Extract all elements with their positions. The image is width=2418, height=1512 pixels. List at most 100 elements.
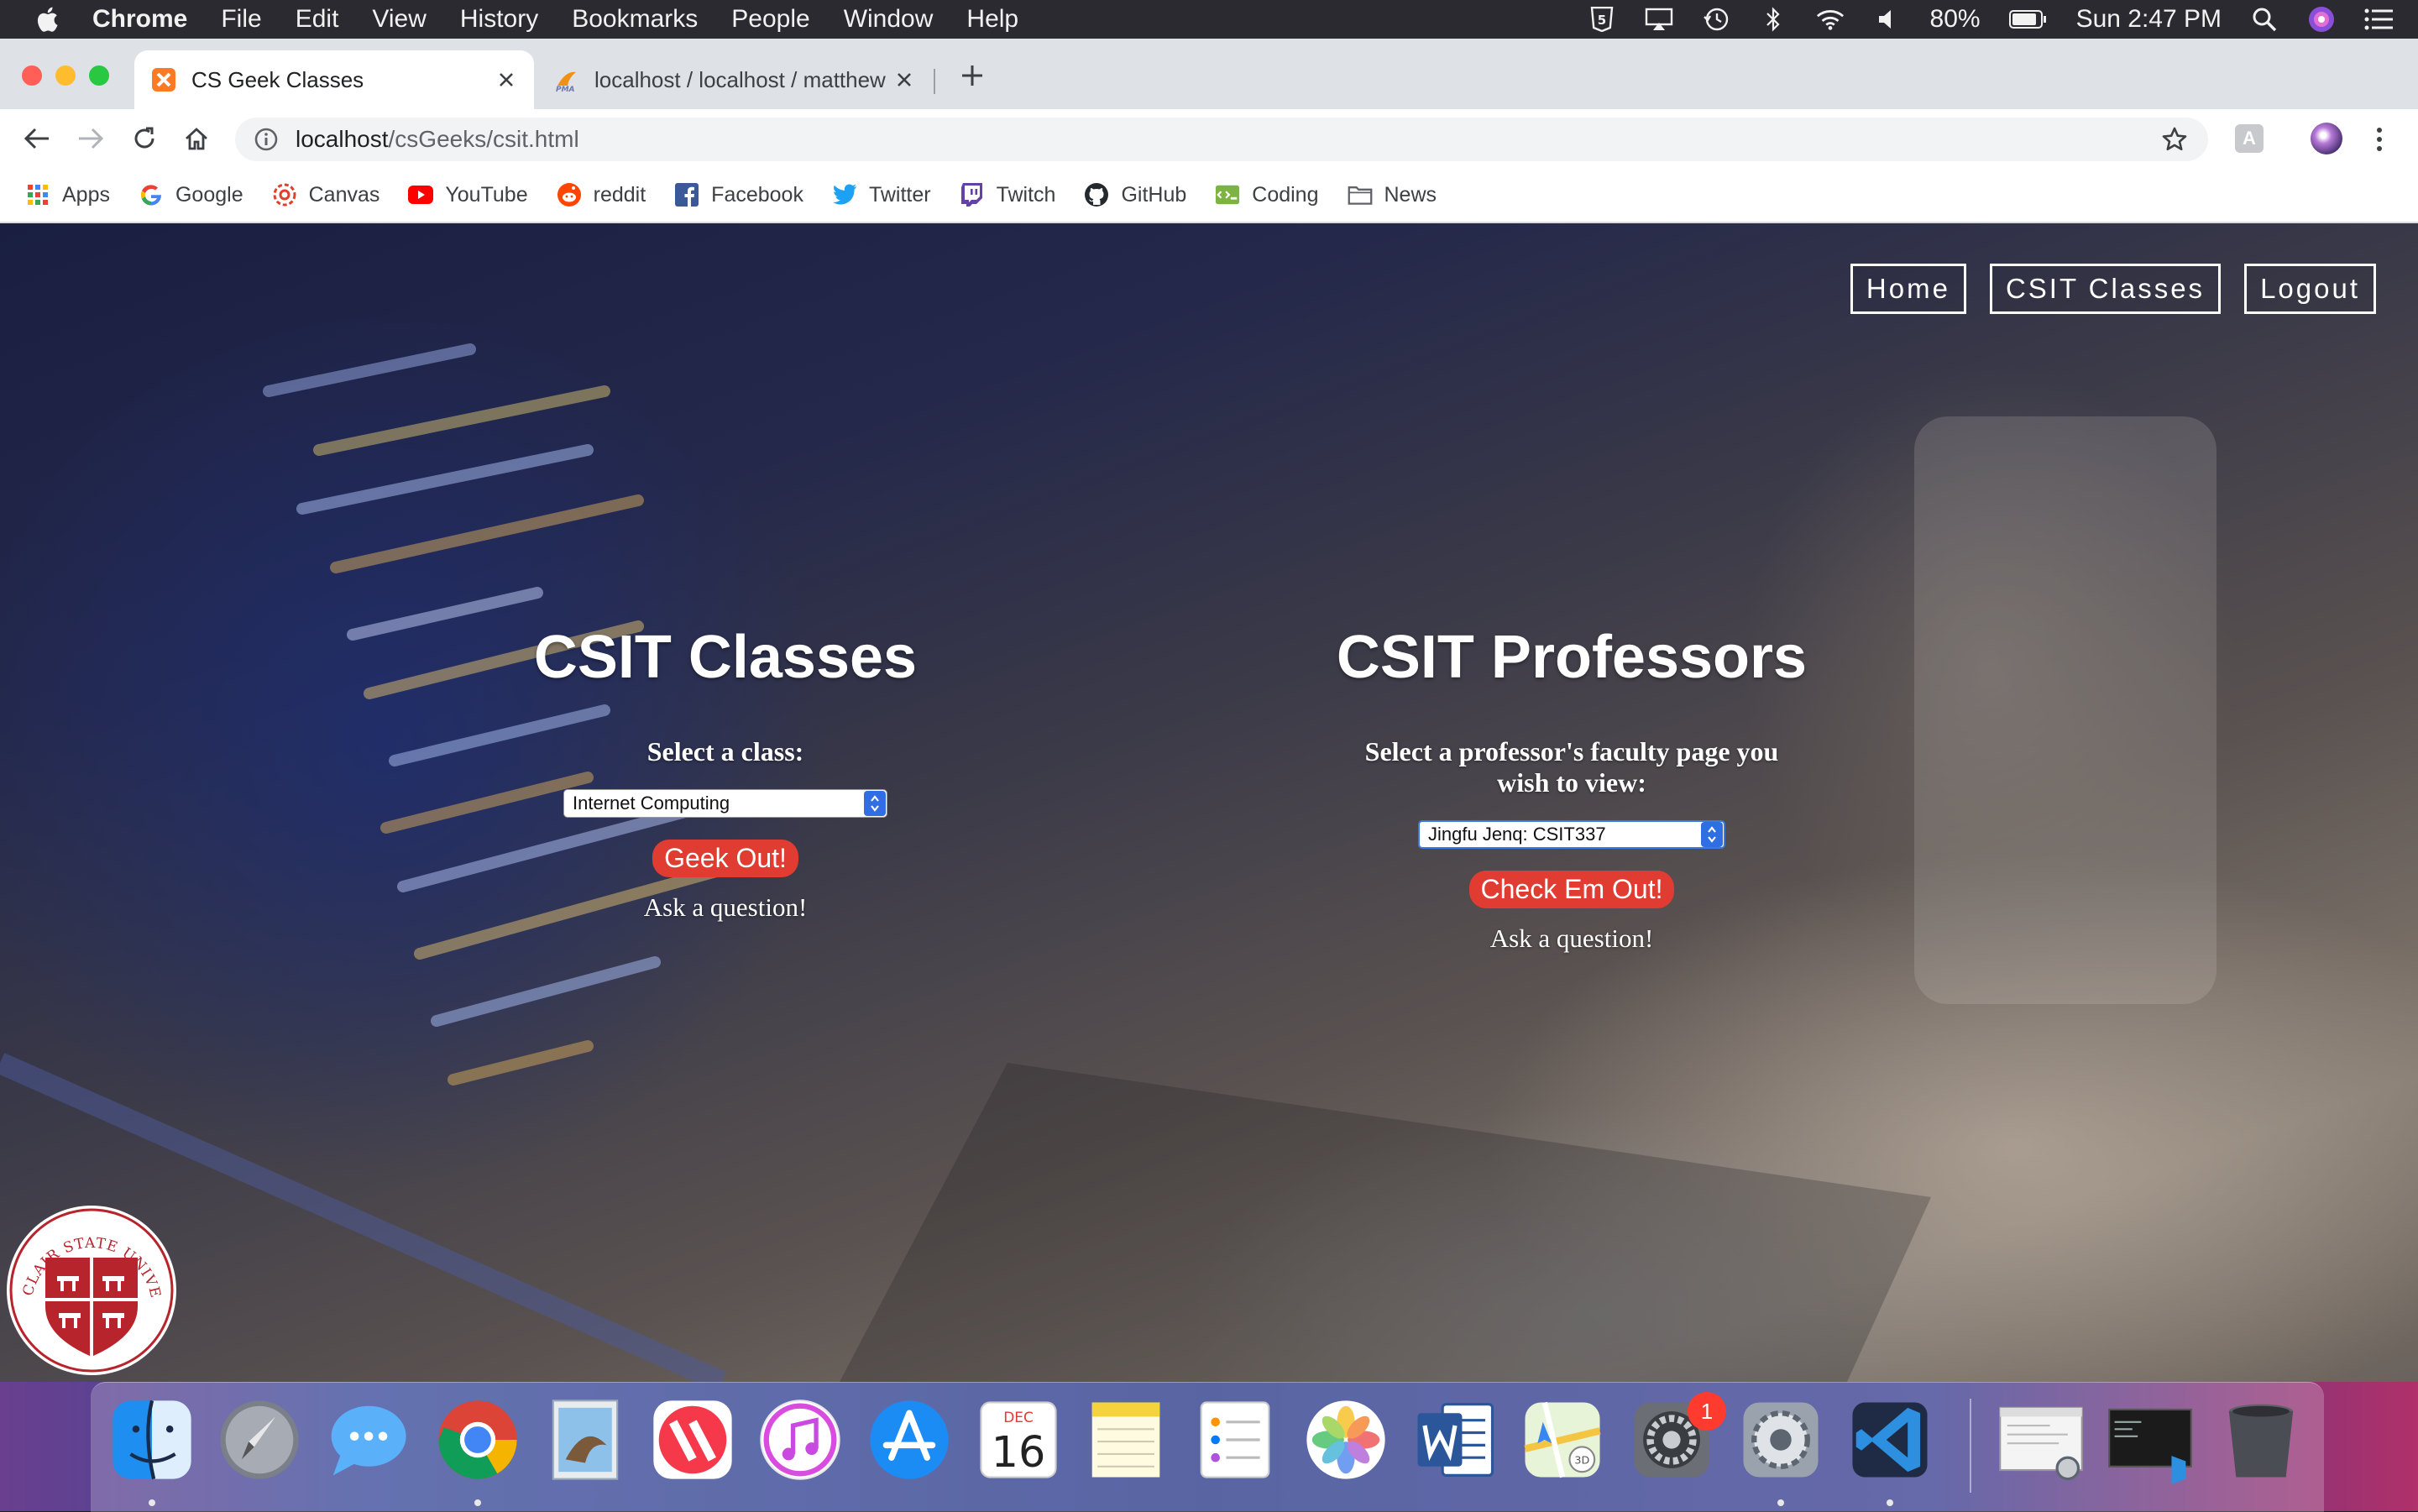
extension-icon[interactable]: A xyxy=(2235,124,2264,153)
menu-window[interactable]: Window xyxy=(844,5,934,34)
menu-view[interactable]: View xyxy=(372,5,426,34)
notes-icon[interactable] xyxy=(1081,1395,1170,1484)
twitter-bird-icon xyxy=(832,182,857,207)
new-tab-icon[interactable] xyxy=(955,59,989,92)
coding-folder-icon xyxy=(1215,182,1240,207)
svg-text:5: 5 xyxy=(1597,13,1605,28)
professor-select-dropdown[interactable]: Jingfu Jenq: CSIT337 xyxy=(1418,820,1725,850)
back-arrow-icon[interactable] xyxy=(20,122,54,155)
facebook-logo-icon xyxy=(674,182,699,207)
reminders-icon[interactable] xyxy=(1191,1395,1280,1484)
window-zoom-button[interactable] xyxy=(89,65,109,86)
volume-icon[interactable] xyxy=(1873,7,1902,32)
running-indicator xyxy=(1887,1499,1893,1506)
tab-close-icon[interactable] xyxy=(495,69,517,91)
site-info-icon[interactable] xyxy=(254,127,279,152)
bookmark-canvas[interactable]: Canvas xyxy=(272,182,379,207)
canvas-logo-icon xyxy=(272,182,297,207)
minimized-window-thumbnail-icon[interactable] xyxy=(1997,1395,2086,1484)
bookmark-twitch[interactable]: Twitch xyxy=(960,182,1056,207)
professor-select-value: Jingfu Jenq: CSIT337 xyxy=(1428,824,1606,845)
photos-icon[interactable] xyxy=(1301,1395,1390,1484)
apple-logo-icon[interactable] xyxy=(34,4,64,34)
svg-text:3D: 3D xyxy=(1574,1454,1589,1467)
check-em-out-button[interactable]: Check Em Out! xyxy=(1468,871,1675,909)
tab-cs-geek-classes[interactable]: CS Geek Classes xyxy=(134,50,534,109)
launchpad-icon[interactable] xyxy=(215,1395,304,1484)
itunes-icon[interactable] xyxy=(756,1395,845,1484)
professors-prompt: Select a professor's faculty page you wi… xyxy=(1364,736,1779,798)
university-seal-logo[interactable]: MONTCLAIR STATE UNIVERSITY xyxy=(0,1193,176,1375)
bookmark-label: Google xyxy=(175,182,243,207)
tab-close-icon[interactable] xyxy=(893,69,915,91)
battery-icon[interactable] xyxy=(2008,7,2048,32)
page-hero-background: Home CSIT Classes Logout CSIT Classes Se… xyxy=(0,223,2418,1382)
bookmark-label: Apps xyxy=(62,182,110,207)
geek-out-button[interactable]: Geek Out! xyxy=(652,840,798,878)
airplay-icon[interactable] xyxy=(1645,7,1673,32)
menu-history[interactable]: History xyxy=(460,5,538,34)
bookmark-label: Twitch xyxy=(996,182,1056,207)
html5-extension-icon[interactable]: 5 xyxy=(1588,7,1616,32)
menu-clock[interactable]: Sun 2:47 PM xyxy=(2076,5,2222,34)
notification-center-icon[interactable] xyxy=(2364,7,2393,32)
menu-bookmarks[interactable]: Bookmarks xyxy=(572,5,698,34)
bookmark-coding[interactable]: Coding xyxy=(1215,182,1319,207)
trash-icon[interactable] xyxy=(2216,1395,2305,1484)
siri-icon[interactable] xyxy=(2307,7,2336,32)
menu-file[interactable]: File xyxy=(221,5,261,34)
ask-question-link[interactable]: Ask a question! xyxy=(356,892,1095,923)
window-close-button[interactable] xyxy=(22,65,42,86)
bookmark-facebook[interactable]: Facebook xyxy=(674,182,803,207)
address-bar[interactable]: localhost/csGeeks/csit.html xyxy=(235,118,2208,161)
finder-icon[interactable] xyxy=(107,1395,196,1484)
menu-people[interactable]: People xyxy=(731,5,809,34)
home-icon[interactable] xyxy=(180,122,213,155)
bookmark-github[interactable]: GitHub xyxy=(1084,182,1186,207)
bookmark-google[interactable]: Google xyxy=(139,182,243,207)
browser-tab-strip: CS Geek Classes PMA localhost / localhos… xyxy=(0,39,2418,109)
app-store-icon[interactable] xyxy=(865,1395,954,1484)
address-url[interactable]: localhost/csGeeks/csit.html xyxy=(296,126,579,153)
nav-home-button[interactable]: Home xyxy=(1850,264,1966,314)
chrome-icon[interactable] xyxy=(433,1395,522,1484)
time-machine-icon[interactable] xyxy=(1702,7,1730,32)
tab-separator xyxy=(934,69,935,94)
class-select-dropdown[interactable]: Internet Computing xyxy=(563,789,887,819)
chrome-menu-icon[interactable] xyxy=(2371,123,2388,156)
menu-edit[interactable]: Edit xyxy=(296,5,339,34)
nav-logout-button[interactable]: Logout xyxy=(2244,264,2376,314)
forward-arrow-icon[interactable] xyxy=(74,122,107,155)
window-minimize-button[interactable] xyxy=(55,65,76,86)
bluetooth-icon[interactable] xyxy=(1759,7,1787,32)
running-indicator xyxy=(1777,1499,1784,1506)
bookmark-news-folder[interactable]: News xyxy=(1348,182,1437,207)
bookmark-star-icon[interactable] xyxy=(2161,126,2188,153)
bookmark-apps[interactable]: Apps xyxy=(25,182,110,207)
bookmark-reddit[interactable]: reddit xyxy=(557,182,646,207)
profile-avatar[interactable] xyxy=(2311,123,2342,154)
bookmark-youtube[interactable]: YouTube xyxy=(408,182,528,207)
bookmark-twitter[interactable]: Twitter xyxy=(832,182,931,207)
microsoft-word-icon[interactable] xyxy=(1410,1395,1499,1484)
tab-title: localhost / localhost / matthew xyxy=(594,66,886,92)
select-arrows-icon xyxy=(1701,822,1723,848)
vscode-icon[interactable] xyxy=(1845,1395,1934,1484)
calendar-icon[interactable]: DEC 16 xyxy=(974,1395,1063,1484)
messages-icon[interactable] xyxy=(322,1395,411,1484)
spotlight-search-icon[interactable] xyxy=(2250,7,2279,32)
terminal-window-thumbnail-icon[interactable] xyxy=(2106,1395,2195,1484)
ask-question-link[interactable]: Ask a question! xyxy=(1202,923,1941,954)
wifi-icon[interactable] xyxy=(1816,7,1845,32)
settings-gear-app-icon[interactable] xyxy=(1736,1395,1825,1484)
maps-icon[interactable]: 3D xyxy=(1518,1395,1607,1484)
calendar-day: 16 xyxy=(992,1427,1046,1477)
reload-icon[interactable] xyxy=(128,122,161,155)
menu-help[interactable]: Help xyxy=(966,5,1018,34)
menu-app-name[interactable]: Chrome xyxy=(92,5,187,34)
news-app-icon[interactable] xyxy=(648,1395,737,1484)
tab-phpmyadmin[interactable]: PMA localhost / localhost / matthew xyxy=(537,50,932,109)
apps-grid-icon xyxy=(25,182,50,207)
nav-csit-classes-button[interactable]: CSIT Classes xyxy=(1989,264,2222,314)
mail-icon[interactable] xyxy=(541,1395,630,1484)
